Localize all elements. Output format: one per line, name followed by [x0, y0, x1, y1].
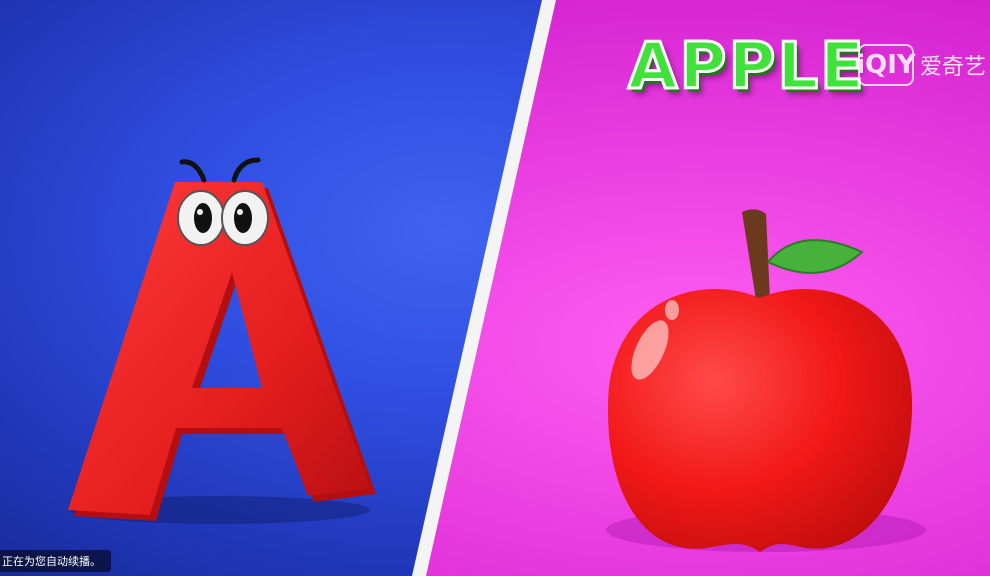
letter-a-character: [68, 157, 376, 524]
watermark-text: 爱奇艺: [919, 55, 986, 80]
apple-illustration: [606, 209, 926, 552]
iqiyi-logo-icon: iQIY: [856, 44, 916, 86]
autoplay-toast: 正在为您自动续播。: [0, 550, 111, 572]
watermark: iQIY 爱奇艺: [856, 44, 986, 86]
video-frame[interactable]: APPLE iQIY 爱奇艺 正在为您自动续播。: [0, 0, 990, 576]
